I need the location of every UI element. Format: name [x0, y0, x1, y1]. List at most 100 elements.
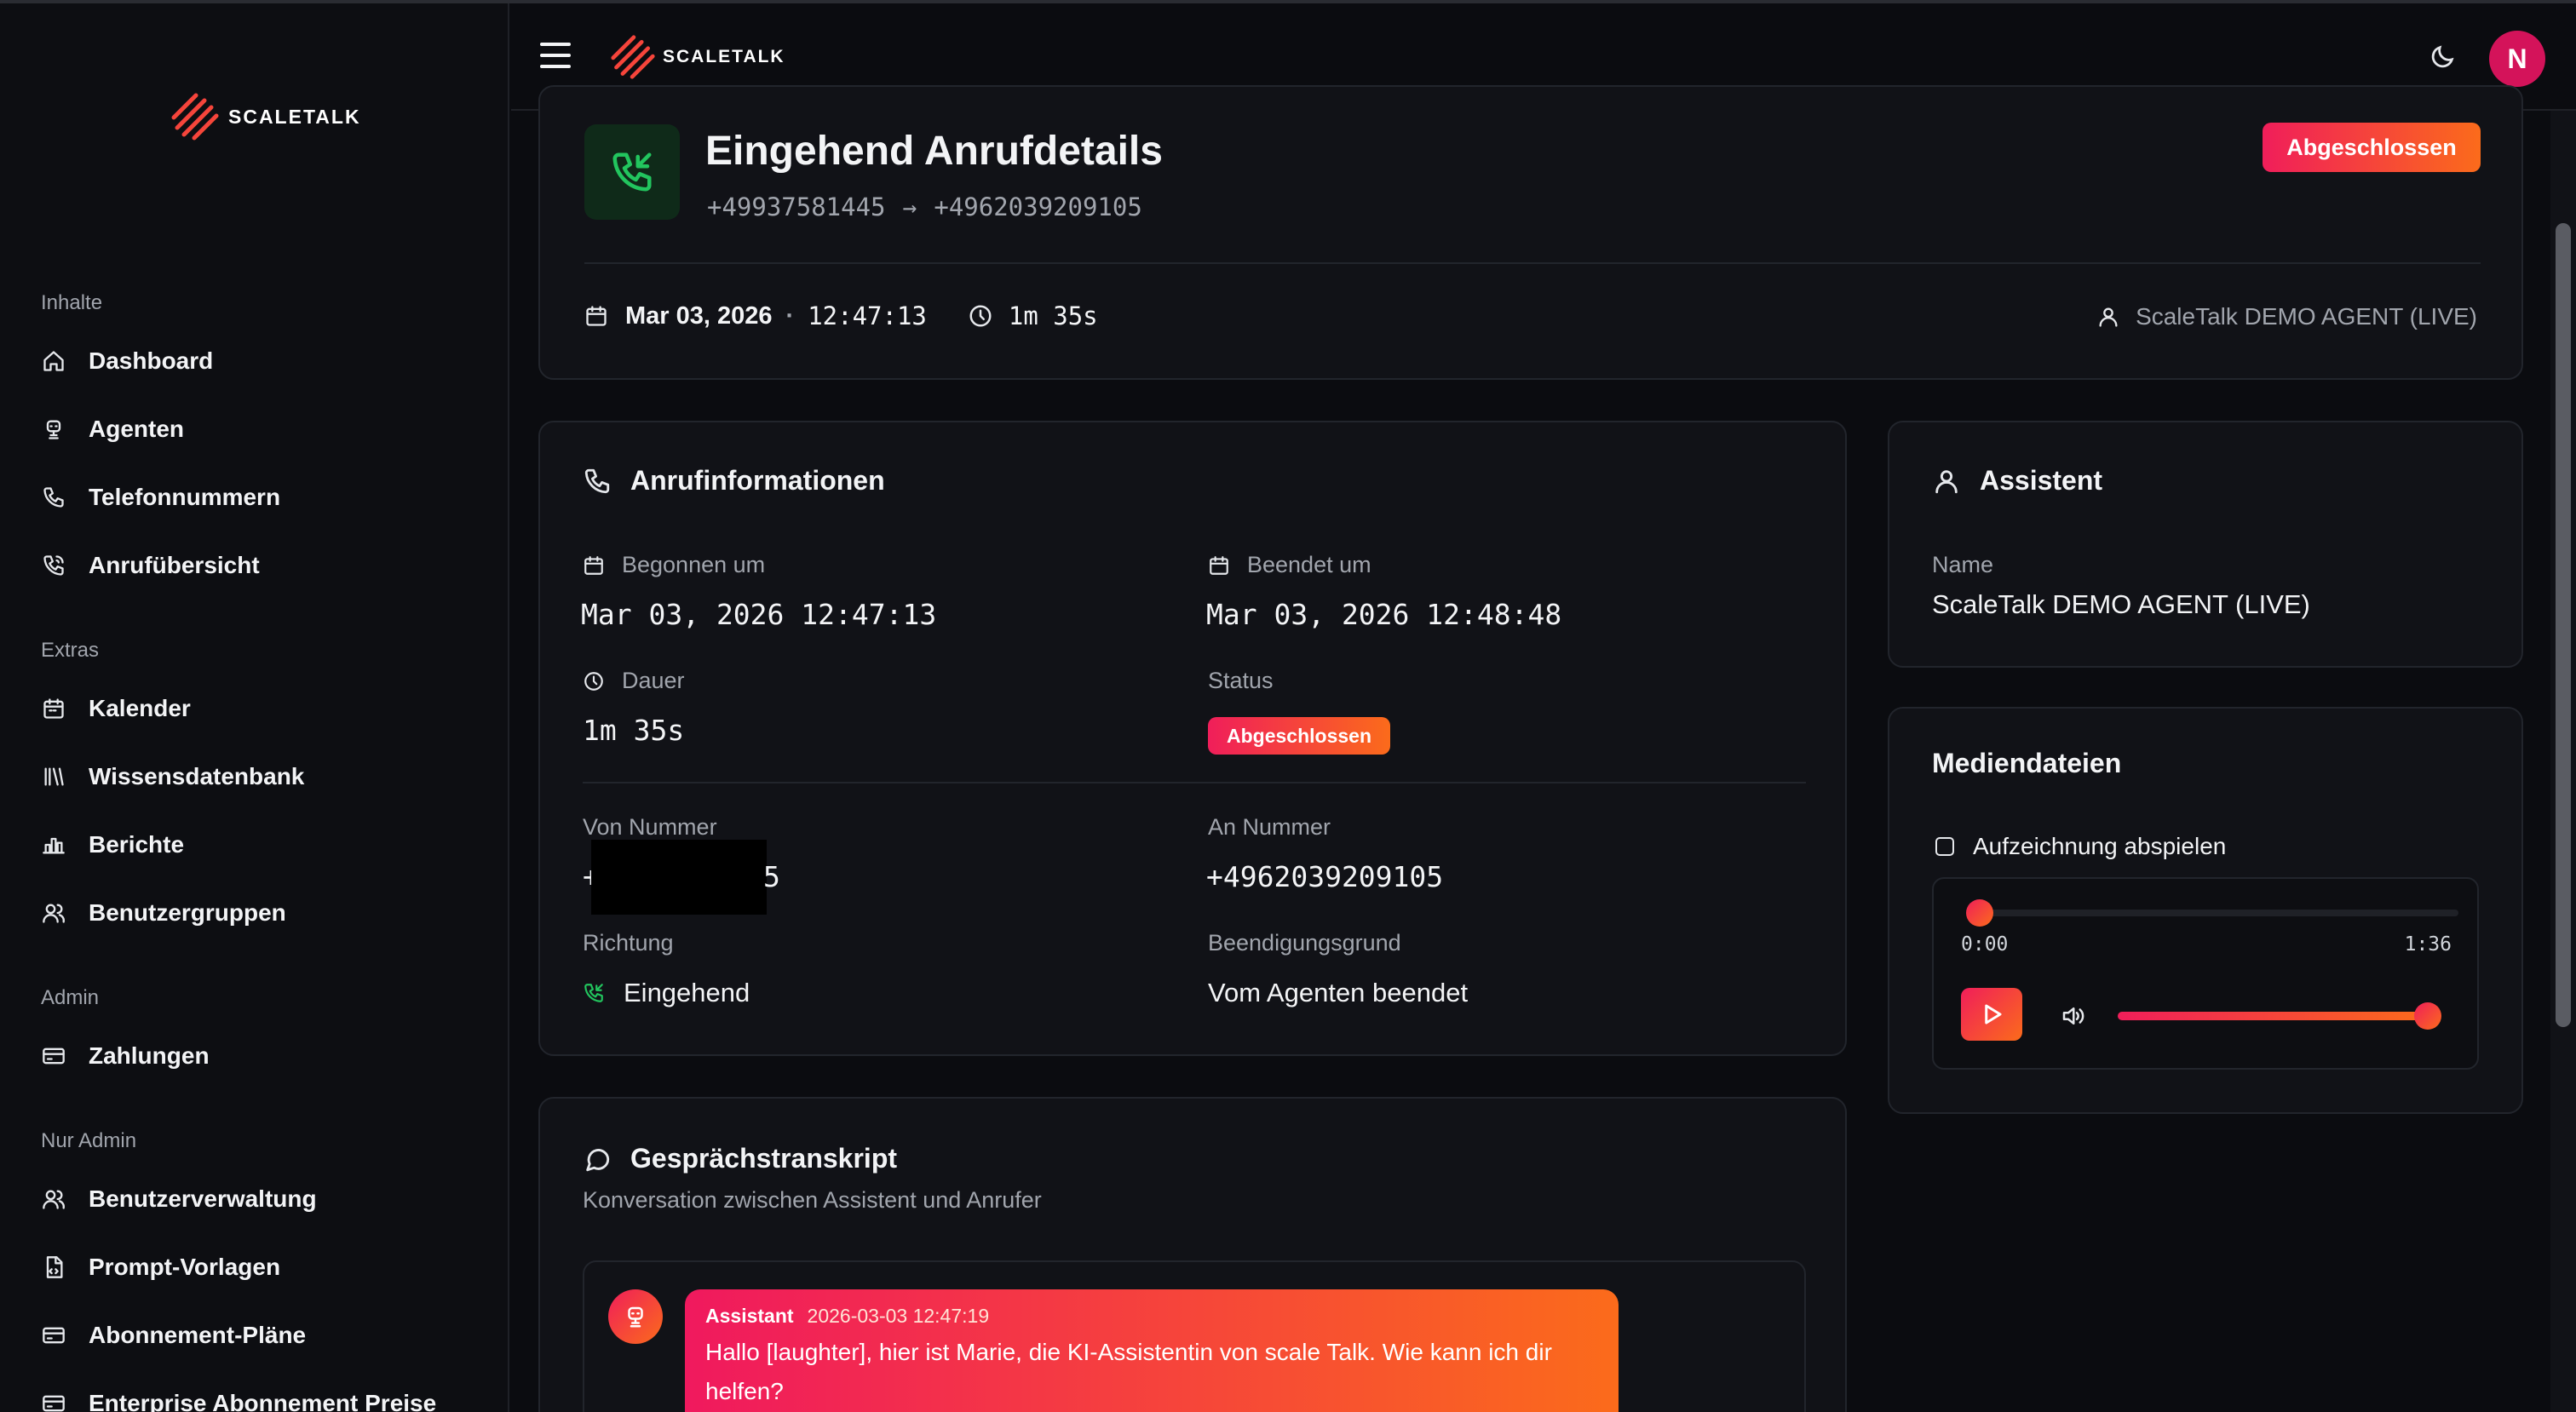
- incoming-call-icon: [584, 984, 603, 1002]
- ended-value: Mar 03, 2026 12:48:48: [1206, 598, 1562, 631]
- sidebar-item-label: Agenten: [89, 416, 184, 442]
- scaletalk-logo-icon: [171, 93, 219, 141]
- call-date-row: Mar 03, 2026 · 12:47:13 1m 35s: [584, 301, 1098, 330]
- current-time: 0:00: [1961, 933, 2009, 956]
- sidebar-item-kalender[interactable]: Kalender: [41, 690, 191, 727]
- assistant-name-value: ScaleTalk DEMO AGENT (LIVE): [1932, 589, 2310, 619]
- sidebar-item-label: Berichte: [89, 831, 185, 858]
- section-label-inhalte: Inhalte: [41, 291, 103, 314]
- call-duration: 1m 35s: [1008, 301, 1098, 330]
- menu-toggle-icon[interactable]: [540, 43, 571, 70]
- brand-name: SCALETALK: [663, 47, 785, 66]
- play-icon: [1985, 1004, 2002, 1025]
- sidebar-item-enterprise-preise[interactable]: Enterprise Abonnement Preise: [41, 1385, 436, 1412]
- message-role: Assistant: [705, 1305, 794, 1327]
- play-button[interactable]: [1961, 988, 2022, 1041]
- sidebar-item-wissensdatenbank[interactable]: Wissensdatenbank: [41, 758, 304, 795]
- direction-value: Eingehend: [624, 978, 750, 1007]
- divider: [583, 782, 1806, 783]
- transcript-subtitle: Konversation zwischen Assistent und Anru…: [583, 1187, 1042, 1213]
- sidebar-item-label: Benutzergruppen: [89, 899, 286, 926]
- assistant-name-label: Name: [1932, 552, 1994, 577]
- user-icon: [2099, 307, 2118, 327]
- sidebar-item-anrufuebersicht[interactable]: Anrufübersicht: [41, 547, 260, 584]
- clock-icon: [969, 305, 992, 327]
- sidebar-item-prompt-vorlagen[interactable]: Prompt-Vorlagen: [41, 1248, 280, 1286]
- reason-label: Beendigungsgrund: [1208, 930, 1401, 956]
- sidebar-item-label: Prompt-Vorlagen: [89, 1254, 281, 1280]
- incoming-call-icon: [584, 124, 680, 220]
- calendar-icon: [41, 696, 66, 721]
- section-label-admin: Admin: [41, 986, 100, 1009]
- sidebar-item-zahlungen[interactable]: Zahlungen: [41, 1037, 210, 1075]
- recording-toggle[interactable]: Aufzeichnung abspielen: [1935, 833, 2226, 860]
- status-badge: Abgeschlossen: [1208, 717, 1390, 755]
- seek-handle[interactable]: [1966, 899, 1993, 927]
- started-value: Mar 03, 2026 12:47:13: [581, 598, 937, 631]
- sidebar: SCALETALK Inhalte Dashboard Agenten Tele…: [0, 3, 509, 1412]
- user-icon: [1935, 469, 1958, 493]
- sidebar-item-agenten[interactable]: Agenten: [41, 410, 184, 448]
- assistant-header: Assistent: [1932, 465, 2102, 496]
- call-date: Mar 03, 2026: [625, 301, 773, 330]
- sidebar-item-abonnement-plaene[interactable]: Abonnement-Pläne: [41, 1317, 306, 1354]
- checkbox-icon[interactable]: [1935, 837, 1954, 856]
- volume-slider[interactable]: [2118, 1012, 2428, 1020]
- sidebar-item-label: Wissensdatenbank: [89, 763, 305, 789]
- call-route: +49937581445 → +4962039209105: [707, 192, 1142, 221]
- sidebar-item-label: Enterprise Abonnement Preise: [89, 1390, 437, 1412]
- seek-track[interactable]: [1969, 910, 2458, 916]
- status-badge: Abgeschlossen: [2263, 123, 2481, 172]
- assistant-avatar-icon: [608, 1289, 663, 1344]
- bar-chart-icon: [41, 832, 66, 858]
- sidebar-item-benutzergruppen[interactable]: Benutzergruppen: [41, 894, 286, 932]
- sidebar-item-label: Abonnement-Pläne: [89, 1322, 307, 1348]
- sidebar-logo[interactable]: SCALETALK: [170, 92, 361, 141]
- volume-handle[interactable]: [2414, 1002, 2441, 1030]
- chat-bubble-icon: [586, 1148, 610, 1171]
- scaletalk-logo-icon: [611, 35, 655, 79]
- direction-value-row: Eingehend: [583, 978, 750, 1008]
- card-title: Assistent: [1980, 465, 2103, 496]
- sidebar-item-label: Anrufübersicht: [89, 552, 260, 578]
- transcript-message: Assistant 2026-03-03 12:47:19 Hallo [lau…: [685, 1289, 1619, 1412]
- calendar-icon: [1210, 555, 1228, 575]
- brand-name: SCALETALK: [228, 105, 361, 128]
- sidebar-item-label: Kalender: [89, 695, 191, 721]
- agent-name: ScaleTalk DEMO AGENT (LIVE): [2136, 303, 2477, 330]
- duration-label: Dauer: [583, 668, 685, 694]
- to-number: +4962039209105: [934, 192, 1142, 221]
- message-text: Hallo [laughter], hier ist Marie, die KI…: [705, 1339, 1552, 1404]
- redaction-box: [591, 840, 767, 915]
- header-logo[interactable]: SCALETALK: [610, 34, 785, 80]
- total-time: 1:36: [2404, 933, 2452, 956]
- from-value-end: 5: [763, 860, 780, 893]
- sidebar-item-dashboard[interactable]: Dashboard: [41, 342, 213, 380]
- arrow-right-icon: →: [902, 192, 917, 221]
- reason-value: Vom Agenten beendet: [1208, 978, 1469, 1007]
- sidebar-item-benutzerverwaltung[interactable]: Benutzerverwaltung: [41, 1180, 317, 1218]
- assistant-card: Assistent Name ScaleTalk DEMO AGENT (LIV…: [1888, 421, 2523, 668]
- message-meta: Assistant 2026-03-03 12:47:19: [705, 1305, 1598, 1328]
- home-icon: [41, 348, 66, 374]
- phone-icon: [41, 485, 66, 510]
- dark-mode-toggle-icon[interactable]: [2428, 43, 2457, 72]
- page-title: Eingehend Anrufdetails: [705, 129, 1163, 174]
- section-label-extras: Extras: [41, 639, 100, 662]
- transcript-header: Gesprächstranskript: [583, 1143, 897, 1174]
- library-icon: [41, 764, 66, 789]
- call-info-header: Anrufinformationen: [583, 465, 885, 496]
- divider: [584, 262, 2481, 264]
- duration-value: 1m 35s: [583, 714, 685, 747]
- call-agent: ScaleTalk DEMO AGENT (LIVE): [2096, 303, 2477, 330]
- scrollbar-thumb[interactable]: [2556, 223, 2571, 1027]
- sidebar-item-telefonnummern[interactable]: Telefonnummern: [41, 479, 280, 516]
- started-label: Begonnen um: [583, 552, 765, 578]
- sidebar-item-berichte[interactable]: Berichte: [41, 826, 184, 864]
- users-icon: [41, 900, 66, 926]
- bot-icon: [41, 416, 66, 442]
- calendar-icon: [586, 306, 607, 326]
- volume-icon[interactable]: [2060, 1003, 2085, 1033]
- file-code-icon: [41, 1254, 66, 1280]
- user-avatar[interactable]: N: [2489, 31, 2545, 87]
